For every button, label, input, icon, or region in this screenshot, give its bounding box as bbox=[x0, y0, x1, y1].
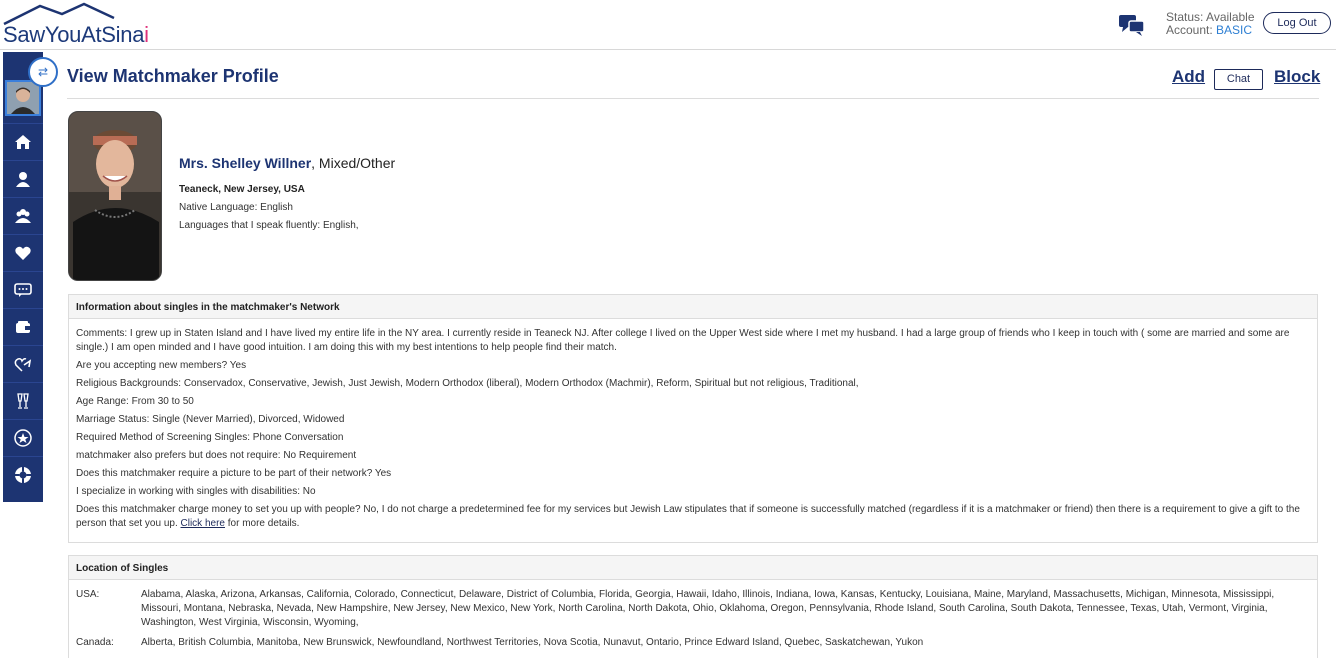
matchmaker-name-line: Mrs. Shelley Willner, Mixed/Other bbox=[179, 155, 395, 171]
logout-button[interactable]: Log Out bbox=[1263, 12, 1331, 34]
logo-text: SawYouAtSinai bbox=[3, 22, 149, 48]
home-icon bbox=[15, 135, 31, 149]
sidebar-item-favorites[interactable] bbox=[3, 234, 43, 271]
account-status: Status: Available Account: BASIC bbox=[1166, 11, 1255, 37]
religious-backgrounds: Religious Backgrounds: Conservadox, Cons… bbox=[76, 378, 859, 389]
fee-info: Does this matchmaker charge money to set… bbox=[76, 503, 1310, 531]
wallet-icon bbox=[16, 321, 30, 333]
heart-icon bbox=[15, 246, 31, 260]
sidebar-item-celebrate[interactable] bbox=[3, 382, 43, 419]
account-label: Account: bbox=[1166, 23, 1213, 37]
sidebar-item-featured[interactable] bbox=[3, 419, 43, 456]
site-logo[interactable]: SawYouAtSinai bbox=[2, 2, 162, 48]
star-icon bbox=[14, 429, 32, 447]
location-panel: Location of Singles USA: Alabama, Alaska… bbox=[68, 555, 1318, 658]
account-plan[interactable]: BASIC bbox=[1216, 23, 1252, 37]
title-divider bbox=[67, 98, 1319, 99]
sidebar-item-group[interactable] bbox=[3, 197, 43, 234]
sidebar bbox=[3, 52, 43, 502]
location-label: Canada: bbox=[76, 637, 114, 648]
location-row-canada: Canada: Alberta, British Columbia, Manit… bbox=[76, 636, 1310, 650]
sidebar-item-profile[interactable] bbox=[3, 160, 43, 197]
sidebar-toggle-button[interactable]: ⇄ bbox=[28, 57, 58, 87]
comments-text: Comments: I grew up in Staten Island and… bbox=[76, 328, 1290, 353]
logo-accent: i bbox=[144, 22, 149, 47]
fluent-languages: Languages that I speak fluently: English… bbox=[179, 220, 359, 231]
chat-button[interactable]: Chat bbox=[1214, 69, 1263, 90]
screening-method: Required Method of Screening Singles: Ph… bbox=[76, 432, 344, 443]
help-icon bbox=[15, 467, 31, 483]
block-link[interactable]: Block bbox=[1274, 67, 1320, 87]
location-body: USA: Alabama, Alaska, Arizona, Arkansas,… bbox=[69, 580, 1317, 658]
heart-share-icon bbox=[14, 358, 32, 372]
sidebar-item-wallet[interactable] bbox=[3, 308, 43, 345]
matchmaker-name: Mrs. Shelley Willner bbox=[179, 155, 312, 171]
click-here-link[interactable]: Click here bbox=[181, 518, 225, 529]
message-icon bbox=[14, 283, 32, 297]
location-heading: Location of Singles bbox=[69, 556, 1317, 580]
sidebar-item-help[interactable] bbox=[3, 456, 43, 493]
chat-bubbles-icon[interactable] bbox=[1118, 13, 1146, 37]
location-row-usa: USA: Alabama, Alaska, Arizona, Arkansas,… bbox=[76, 588, 1310, 630]
network-info-heading: Information about singles in the matchma… bbox=[69, 295, 1317, 319]
sidebar-item-share-heart[interactable] bbox=[3, 345, 43, 382]
group-icon bbox=[15, 209, 31, 223]
disabilities-specialty: I specialize in working with singles wit… bbox=[76, 486, 316, 497]
page-title: View Matchmaker Profile bbox=[67, 66, 279, 86]
profile-photo[interactable] bbox=[68, 111, 162, 281]
top-bar: SawYouAtSinai Status: Available Account:… bbox=[0, 0, 1336, 50]
accepting-members: Are you accepting new members? Yes bbox=[76, 360, 247, 371]
network-info-body: Comments: I grew up in Staten Island and… bbox=[69, 319, 1317, 541]
location-value: Alberta, British Columbia, Manitoba, New… bbox=[141, 637, 924, 648]
sidebar-item-messages[interactable] bbox=[3, 271, 43, 308]
matchmaker-affiliation: , Mixed/Other bbox=[311, 155, 396, 171]
network-info-panel: Information about singles in the matchma… bbox=[68, 294, 1318, 543]
user-icon bbox=[16, 172, 30, 187]
sidebar-item-home[interactable] bbox=[3, 123, 43, 160]
native-language: Native Language: English bbox=[179, 202, 293, 213]
age-range: Age Range: From 30 to 50 bbox=[76, 396, 194, 407]
preferences: matchmaker also prefers but does not req… bbox=[76, 450, 357, 461]
location-label: USA: bbox=[76, 589, 100, 600]
marriage-status: Marriage Status: Single (Never Married),… bbox=[76, 414, 345, 425]
add-link[interactable]: Add bbox=[1172, 67, 1205, 87]
matchmaker-location: Teaneck, New Jersey, USA bbox=[179, 184, 305, 195]
logo-main: SawYouAtSina bbox=[3, 22, 145, 47]
more-details-text: for more details. bbox=[224, 518, 300, 529]
location-value: Alabama, Alaska, Arizona, Arkansas, Cali… bbox=[141, 589, 1275, 628]
toast-icon bbox=[17, 393, 29, 409]
picture-requirement: Does this matchmaker require a picture t… bbox=[76, 468, 392, 479]
